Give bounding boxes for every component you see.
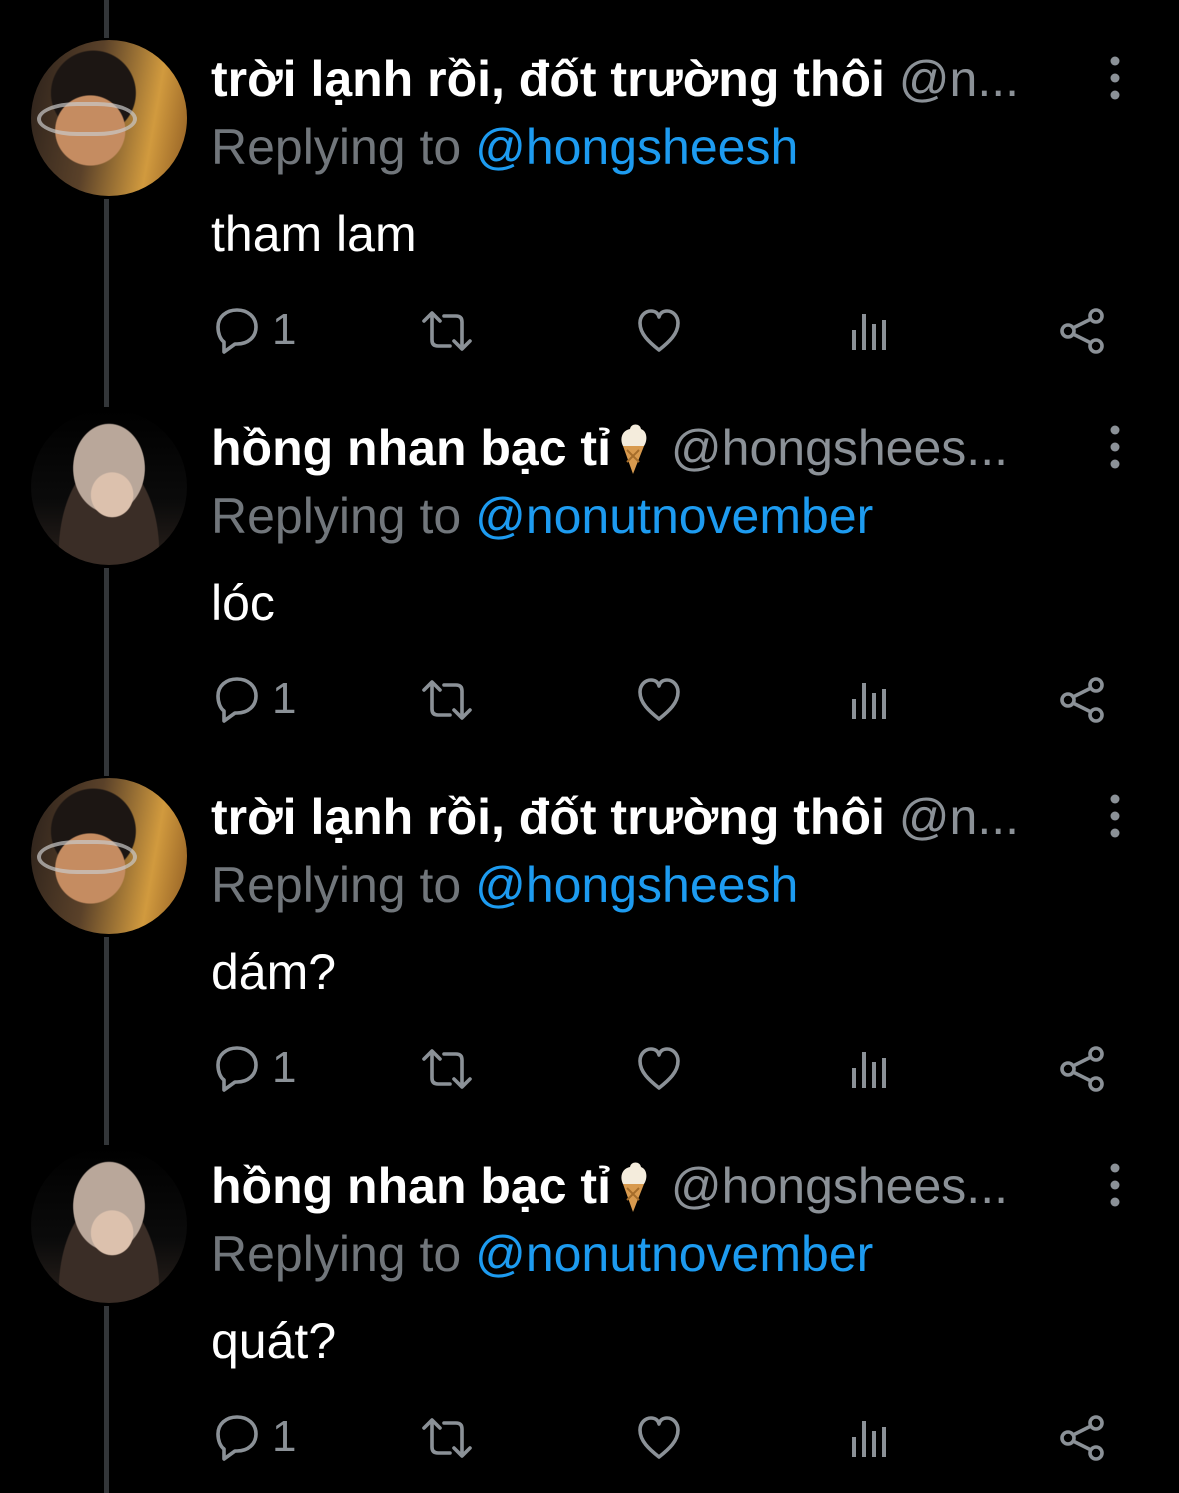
reply-count: 1 xyxy=(272,1412,297,1461)
mention-link[interactable]: @hongsheesh xyxy=(475,857,798,913)
display-name[interactable]: trời lạnh rồi, đốt trường thôi xyxy=(211,789,885,845)
replying-to-line: Replying to @hongsheesh xyxy=(211,117,798,177)
tweet-text: dám? xyxy=(211,944,337,1000)
user-handle[interactable]: @hongshees... xyxy=(671,1158,1008,1214)
mention-link[interactable]: @hongsheesh xyxy=(475,119,798,175)
ice-cream-icon xyxy=(613,418,653,478)
replying-to-line: Replying to @hongsheesh xyxy=(211,855,798,915)
reply-count: 1 xyxy=(272,1043,297,1092)
tweet-header: hồng nhan bạc tỉ @hongshees... xyxy=(211,418,1071,478)
tweet-text: lóc xyxy=(211,575,275,631)
tweet-header: hồng nhan bạc tỉ @hongshees... xyxy=(211,1156,1071,1216)
user-handle[interactable]: @hongshees... xyxy=(671,420,1008,476)
replying-to-line: Replying to @nonutnovember xyxy=(211,1224,873,1284)
more-vertical-icon[interactable] xyxy=(1100,794,1130,838)
share-icon[interactable] xyxy=(1058,675,1106,725)
avatar[interactable] xyxy=(31,778,187,934)
tweet-text: quát? xyxy=(211,1313,337,1369)
tweet-text: tham lam xyxy=(211,206,417,262)
heart-icon[interactable] xyxy=(636,306,682,356)
replying-prefix: Replying to xyxy=(211,1226,462,1282)
share-icon[interactable] xyxy=(1058,306,1106,356)
replying-prefix: Replying to xyxy=(211,119,462,175)
reply-bubble-icon[interactable] xyxy=(214,1044,260,1094)
more-vertical-icon[interactable] xyxy=(1100,1163,1130,1207)
reply-count: 1 xyxy=(272,674,297,723)
avatar[interactable] xyxy=(31,40,187,196)
user-handle[interactable]: @n... xyxy=(899,51,1019,107)
share-icon[interactable] xyxy=(1058,1413,1106,1463)
mention-link[interactable]: @nonutnovember xyxy=(475,1226,873,1282)
display-name[interactable]: hồng nhan bạc tỉ xyxy=(211,420,611,476)
replying-prefix: Replying to xyxy=(211,488,462,544)
tweet[interactable]: trời lạnh rồi, đốt trường thôi @n... Rep… xyxy=(0,738,1179,1107)
heart-icon[interactable] xyxy=(636,675,682,725)
tweet-header: trời lạnh rồi, đốt trường thôi @n... xyxy=(211,49,1071,109)
retweet-icon[interactable] xyxy=(420,1413,474,1463)
tweet-header: trời lạnh rồi, đốt trường thôi @n... xyxy=(211,787,1071,847)
replying-prefix: Replying to xyxy=(211,857,462,913)
reply-count: 1 xyxy=(272,305,297,354)
views-bar-chart-icon[interactable] xyxy=(850,1044,890,1094)
share-icon[interactable] xyxy=(1058,1044,1106,1094)
avatar[interactable] xyxy=(31,409,187,565)
tweet[interactable]: hồng nhan bạc tỉ @hongshees... Replying … xyxy=(0,369,1179,738)
display-name[interactable]: trời lạnh rồi, đốt trường thôi xyxy=(211,51,885,107)
avatar[interactable] xyxy=(31,1147,187,1303)
retweet-icon[interactable] xyxy=(420,675,474,725)
retweet-icon[interactable] xyxy=(420,306,474,356)
views-bar-chart-icon[interactable] xyxy=(850,1413,890,1463)
replying-to-line: Replying to @nonutnovember xyxy=(211,486,873,546)
reply-bubble-icon[interactable] xyxy=(214,675,260,725)
views-bar-chart-icon[interactable] xyxy=(850,306,890,356)
heart-icon[interactable] xyxy=(636,1413,682,1463)
heart-icon[interactable] xyxy=(636,1044,682,1094)
user-handle[interactable]: @n... xyxy=(899,789,1019,845)
tweet[interactable]: trời lạnh rồi, đốt trường thôi @n... Rep… xyxy=(0,0,1179,369)
tweet[interactable]: hồng nhan bạc tỉ @hongshees... Replying … xyxy=(0,1107,1179,1476)
ice-cream-icon xyxy=(613,1156,653,1216)
display-name[interactable]: hồng nhan bạc tỉ xyxy=(211,1158,611,1214)
views-bar-chart-icon[interactable] xyxy=(850,675,890,725)
reply-bubble-icon[interactable] xyxy=(214,1413,260,1463)
reply-bubble-icon[interactable] xyxy=(214,306,260,356)
mention-link[interactable]: @nonutnovember xyxy=(475,488,873,544)
retweet-icon[interactable] xyxy=(420,1044,474,1094)
more-vertical-icon[interactable] xyxy=(1100,56,1130,100)
more-vertical-icon[interactable] xyxy=(1100,425,1130,469)
